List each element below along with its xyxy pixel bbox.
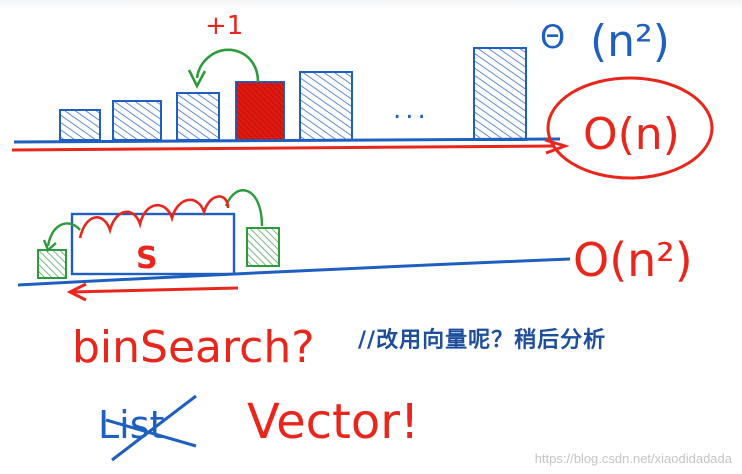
- vector-answer: Vector!: [247, 394, 419, 450]
- theta-complexity: (n²): [590, 16, 670, 67]
- top-array: +1 ... Θ (n²) O(n): [11, 11, 714, 180]
- circled-complexity: O(n): [583, 109, 680, 160]
- array-block: [112, 100, 162, 141]
- shift-hops: [78, 195, 230, 239]
- block-label: S: [136, 241, 158, 276]
- inserted-block-hatch: [236, 82, 284, 140]
- binsearch-question: binSearch?: [72, 322, 315, 373]
- green-arc: [224, 189, 264, 227]
- right-green-block: [246, 227, 280, 267]
- array-block: [299, 71, 353, 141]
- chinese-note: //改用向量呢？稍后分析: [358, 328, 607, 353]
- array-block: [176, 92, 220, 141]
- middle-array: S O(n²): [17, 189, 693, 302]
- green-arc: [46, 222, 81, 247]
- left-green-block: [37, 249, 67, 279]
- watermark: https://blog.csdn.net/xiaodidadada: [534, 451, 732, 466]
- crossed-word: List: [98, 403, 164, 447]
- ellipsis-dots: ...: [393, 95, 430, 125]
- insert-arrow: [195, 48, 260, 83]
- top-red-line: [11, 144, 556, 152]
- increment-label: +1: [205, 11, 243, 41]
- middle-complexity: O(n²): [573, 233, 693, 287]
- shift-arrow: [71, 286, 239, 294]
- array-block: [59, 109, 101, 141]
- whiteboard: +1 ... Θ (n²) O(n) S O(n²) binSearch? Li…: [0, 0, 742, 474]
- array-block: [473, 47, 527, 141]
- middle-baseline: [17, 257, 571, 287]
- theta-symbol: Θ: [540, 18, 565, 56]
- whiteboard-drawing: +1 ... Θ (n²) O(n) S O(n²) binSearch? Li…: [11, 11, 714, 462]
